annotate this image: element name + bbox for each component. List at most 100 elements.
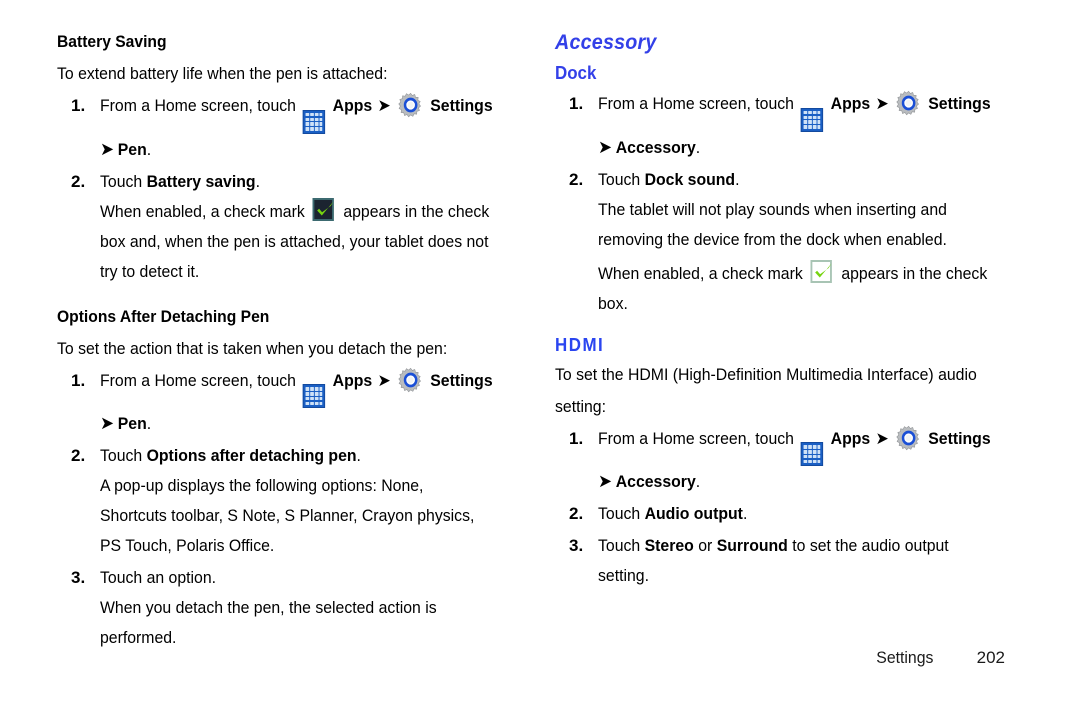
step-number: 1. bbox=[569, 94, 584, 113]
detail-text: appears in the check bbox=[841, 263, 988, 283]
step-number: 3. bbox=[71, 568, 86, 588]
footer-section-label: Settings bbox=[875, 648, 933, 667]
step-text: Touch bbox=[598, 169, 641, 189]
step-target: Pen bbox=[117, 414, 147, 434]
step-text: Touch bbox=[100, 446, 143, 466]
manual-page: Battery Saving To extend battery life wh… bbox=[0, 0, 1080, 720]
step-number: 3. bbox=[569, 536, 584, 556]
heading-options-after-detaching-pen: Options After Detaching Pen bbox=[57, 306, 270, 326]
step-line: Touch Audio output. bbox=[598, 499, 995, 529]
step-line: From a Home screen, touch Apps ➤ Setting… bbox=[100, 91, 497, 134]
step-text: From a Home screen, touch bbox=[598, 94, 794, 113]
period: . bbox=[735, 169, 740, 189]
conjunction: or bbox=[698, 536, 713, 556]
arrow-icon: ➤ bbox=[100, 138, 115, 159]
step-target: Dock sound bbox=[644, 169, 736, 189]
step-line-2: ➤ Accessory. bbox=[598, 466, 995, 497]
arrow-icon: ➤ bbox=[598, 471, 613, 492]
heading-battery-saving: Battery Saving bbox=[57, 32, 167, 51]
page-footer: Settings 202 bbox=[0, 648, 1005, 668]
arrow-icon: ➤ bbox=[598, 136, 613, 157]
apps-grid-icon[interactable] bbox=[801, 107, 824, 132]
period: . bbox=[356, 446, 361, 466]
step-number: 1. bbox=[71, 370, 86, 390]
detail-text: When enabled, a check mark bbox=[100, 201, 305, 221]
settings-label: Settings bbox=[928, 428, 991, 448]
apps-label: Apps bbox=[830, 428, 871, 448]
step-line: Touch an option. bbox=[100, 568, 217, 588]
detail-text: When enabled, a check mark bbox=[598, 263, 803, 283]
apps-grid-icon[interactable] bbox=[303, 384, 326, 409]
step-target: Audio output bbox=[644, 504, 743, 524]
step-detail-line: When enabled, a check mark appears in th… bbox=[100, 197, 497, 227]
step-detail-line: removing the device from the dock when e… bbox=[598, 229, 947, 249]
step-target: Options after detaching pen bbox=[146, 446, 357, 466]
period: . bbox=[695, 472, 701, 492]
step-detail-line: When you detach the pen, the selected ac… bbox=[100, 598, 437, 618]
step-detail-line: A pop-up displays the following options:… bbox=[100, 476, 424, 496]
step-text: Touch bbox=[598, 504, 641, 524]
step-detail-line: box. bbox=[598, 293, 628, 313]
options-step-2: 2. Touch Options after detaching pen. A … bbox=[57, 441, 527, 561]
step-detail-line: PS Touch, Polaris Office. bbox=[100, 536, 275, 556]
step-detail-line: The tablet will not play sounds when ins… bbox=[598, 199, 947, 219]
step-number: 2. bbox=[71, 171, 86, 191]
step-target: Battery saving bbox=[146, 171, 256, 191]
heading-dock: Dock bbox=[555, 63, 597, 83]
step-text: From a Home screen, touch bbox=[100, 370, 296, 390]
settings-label: Settings bbox=[928, 94, 991, 113]
arrow-icon: ➤ bbox=[377, 370, 391, 390]
step-target-stereo: Stereo bbox=[644, 536, 694, 556]
battery-saving-step-1: 1. From a Home screen, touch Apps ➤ Sett… bbox=[57, 91, 527, 165]
step-number: 2. bbox=[569, 169, 584, 189]
period: . bbox=[695, 137, 701, 157]
apps-grid-icon[interactable] bbox=[303, 109, 326, 134]
settings-gear-icon[interactable] bbox=[398, 367, 423, 393]
step-number: 1. bbox=[569, 428, 584, 448]
apps-grid-icon[interactable] bbox=[801, 442, 824, 467]
settings-gear-icon[interactable] bbox=[398, 92, 423, 118]
step-line-2: ➤ Pen. bbox=[100, 134, 497, 165]
step-text: From a Home screen, touch bbox=[598, 428, 794, 448]
options-step-1: 1. From a Home screen, touch Apps ➤ Sett… bbox=[57, 366, 527, 440]
step-line: From a Home screen, touch Apps ➤ Setting… bbox=[598, 424, 995, 467]
settings-gear-icon[interactable] bbox=[896, 90, 921, 116]
apps-label: Apps bbox=[332, 96, 373, 115]
step-line: Touch Dock sound. bbox=[598, 165, 995, 195]
step-line-2: ➤ Accessory. bbox=[598, 132, 995, 163]
arrow-icon: ➤ bbox=[100, 413, 115, 434]
apps-label: Apps bbox=[332, 370, 373, 390]
step-line: Touch Stereo or Surround to set the audi… bbox=[598, 531, 995, 561]
step-line-2: ➤ Pen. bbox=[100, 408, 497, 439]
apps-label: Apps bbox=[830, 94, 871, 113]
period: . bbox=[146, 414, 152, 434]
heading-hdmi: HDMI bbox=[555, 334, 605, 355]
settings-gear-icon[interactable] bbox=[896, 425, 921, 451]
options-after-detaching-intro: To set the action that is taken when you… bbox=[57, 338, 448, 358]
checkmark-icon bbox=[312, 197, 336, 222]
settings-label: Settings bbox=[430, 96, 493, 115]
hdmi-intro-line-1: To set the HDMI (High-Definition Multime… bbox=[555, 364, 977, 384]
battery-saving-intro: To extend battery life when the pen is a… bbox=[57, 64, 388, 83]
step-detail-line: Shortcuts toolbar, S Note, S Planner, Cr… bbox=[100, 506, 475, 526]
step-number: 2. bbox=[71, 446, 86, 466]
hdmi-step-3: 3. Touch Stereo or Surround to set the a… bbox=[555, 531, 1025, 591]
arrow-icon: ➤ bbox=[875, 428, 889, 448]
checkmark-icon bbox=[810, 259, 834, 284]
hdmi-intro-line-2: setting: bbox=[555, 396, 606, 416]
step-detail-line: When enabled, a check mark appears in th… bbox=[598, 259, 995, 289]
settings-label: Settings bbox=[430, 370, 493, 390]
dock-step-1: 1. From a Home screen, touch Apps ➤ Sett… bbox=[555, 89, 1025, 163]
step-number: 1. bbox=[71, 96, 86, 115]
step-number: 2. bbox=[569, 504, 584, 524]
step-target: Accessory bbox=[615, 137, 696, 157]
detail-text: appears in the check bbox=[343, 201, 490, 221]
footer-page-number: 202 bbox=[976, 648, 1005, 667]
heading-accessory: Accessory bbox=[555, 31, 657, 54]
step-target-surround: Surround bbox=[716, 536, 788, 556]
period: . bbox=[255, 171, 260, 191]
options-step-3: 3. Touch an option. When you detach the … bbox=[57, 563, 527, 653]
period: . bbox=[146, 139, 152, 159]
step-detail-line: setting. bbox=[598, 566, 649, 586]
step-detail-line: box and, when the pen is attached, your … bbox=[100, 231, 489, 251]
